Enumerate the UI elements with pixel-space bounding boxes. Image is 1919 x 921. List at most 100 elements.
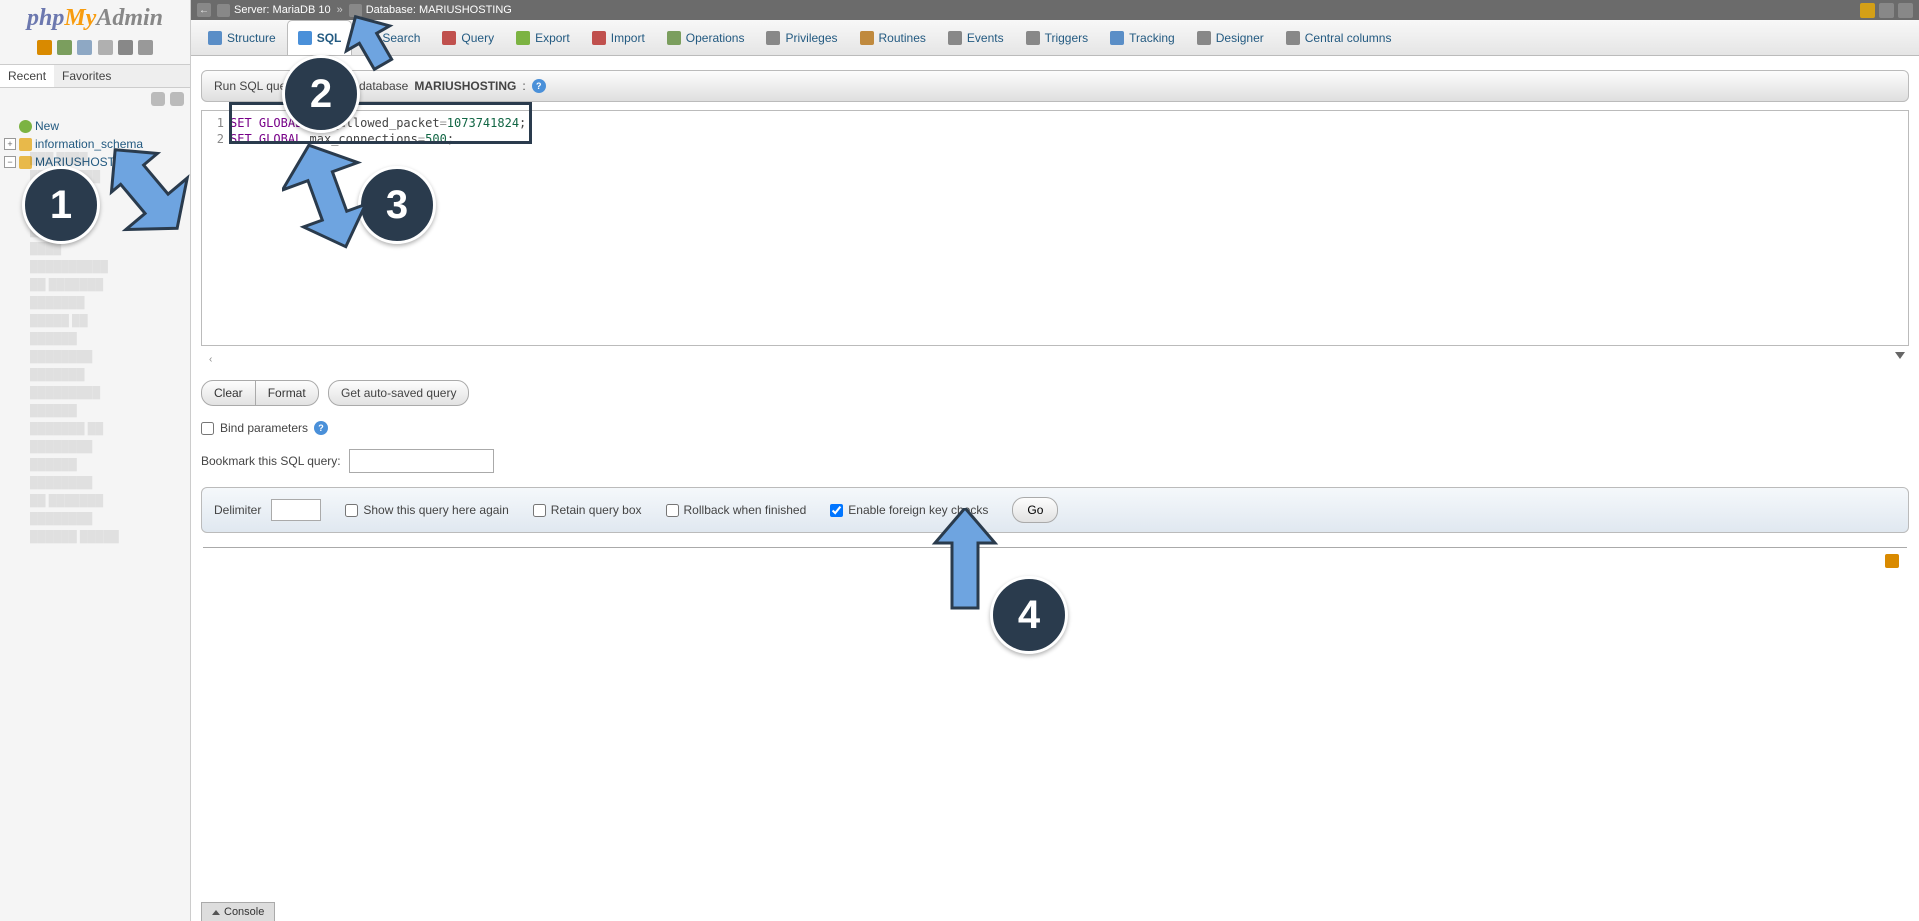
tab-structure[interactable]: Structure	[197, 20, 287, 55]
gutter-line-1: 1	[202, 115, 224, 131]
bookmark-icon[interactable]	[1885, 554, 1899, 568]
footer-icon-row	[201, 554, 1909, 571]
tab-central-columns-label: Central columns	[1305, 31, 1392, 45]
logo-admin: Admin	[96, 5, 163, 31]
reload-icon[interactable]	[138, 40, 153, 55]
code-line-2[interactable]: SET GLOBAL max_connections=500;	[230, 131, 1908, 147]
help-icon[interactable]: ?	[532, 79, 546, 93]
num-literal: 500	[425, 132, 447, 146]
console-label: Console	[224, 906, 264, 918]
show-again-option[interactable]: Show this query here again	[345, 503, 508, 517]
collapse-all-icon[interactable]	[151, 92, 165, 106]
editor-code[interactable]: SET GLOBAL max_allowed_packet=1073741824…	[230, 115, 1908, 345]
op-eq: =	[440, 116, 447, 130]
tab-events[interactable]: Events	[937, 20, 1015, 55]
nav-sql-icon[interactable]	[98, 40, 113, 55]
bc-db-value[interactable]: MARIUSHOSTING	[419, 4, 512, 16]
tab-import[interactable]: Import	[581, 20, 656, 55]
tree-db-mariushosting[interactable]: − MARIUSHOSTING	[4, 153, 190, 171]
sql-title-suffix: :	[522, 79, 525, 93]
tab-sql[interactable]: SQL	[287, 20, 353, 55]
tree-new[interactable]: New	[4, 117, 190, 135]
tab-tracking-label: Tracking	[1129, 31, 1175, 45]
gear-icon[interactable]	[1879, 3, 1894, 18]
fk-checkbox[interactable]	[830, 504, 843, 517]
fk-option[interactable]: Enable foreign key checks	[830, 503, 988, 517]
console-tab[interactable]: Console	[201, 902, 275, 921]
central-columns-icon	[1286, 31, 1300, 45]
favorites-tab[interactable]: Favorites	[54, 65, 119, 87]
bookmark-input[interactable]	[349, 449, 494, 473]
retain-checkbox[interactable]	[533, 504, 546, 517]
scroll-left-icon[interactable]: ‹	[205, 352, 216, 367]
new-db-link[interactable]: New	[35, 119, 59, 133]
code-line-1[interactable]: SET GLOBAL max_allowed_packet=1073741824…	[230, 115, 1908, 131]
help-icon[interactable]: ?	[314, 421, 328, 435]
retain-option[interactable]: Retain query box	[533, 503, 642, 517]
clear-button[interactable]: Clear	[202, 381, 255, 405]
scroll-down-icon[interactable]	[1895, 352, 1905, 359]
tab-search[interactable]: Search	[352, 20, 431, 55]
export-icon	[516, 31, 530, 45]
tab-query[interactable]: Query	[431, 20, 505, 55]
sql-title-db: MARIUSHOSTING	[414, 79, 516, 93]
privileges-icon	[766, 31, 780, 45]
home-icon[interactable]	[37, 40, 52, 55]
expand-toggle-icon[interactable]: +	[4, 138, 16, 150]
bc-separator: »	[337, 4, 343, 16]
delimiter-label: Delimiter	[214, 503, 261, 517]
go-button[interactable]: Go	[1012, 497, 1058, 523]
format-button[interactable]: Format	[255, 381, 318, 405]
get-auto-saved-button[interactable]: Get auto-saved query	[328, 380, 469, 406]
tab-triggers[interactable]: Triggers	[1015, 20, 1100, 55]
db-link-information-schema[interactable]: information_schema	[35, 137, 143, 151]
tab-routines[interactable]: Routines	[849, 20, 937, 55]
rollback-option[interactable]: Rollback when finished	[666, 503, 807, 517]
db-link-mariushosting[interactable]: MARIUSHOSTING	[35, 155, 136, 169]
bind-parameters-checkbox[interactable]	[201, 422, 214, 435]
tab-export[interactable]: Export	[505, 20, 581, 55]
sql-editor[interactable]: 1 2 SET GLOBAL max_allowed_packet=107374…	[202, 111, 1908, 345]
rollback-checkbox[interactable]	[666, 504, 679, 517]
sql-editor-wrap: 1 2 SET GLOBAL max_allowed_packet=107374…	[201, 110, 1909, 346]
recent-tab[interactable]: Recent	[0, 65, 54, 87]
tab-routines-label: Routines	[879, 31, 926, 45]
tab-designer[interactable]: Designer	[1186, 20, 1275, 55]
collapse-toggle-icon[interactable]: −	[4, 156, 16, 168]
tab-operations-label: Operations	[686, 31, 745, 45]
fk-label: Enable foreign key checks	[848, 503, 988, 517]
page-settings-icon[interactable]	[1860, 3, 1875, 18]
tree-db-information-schema[interactable]: + information_schema	[4, 135, 190, 153]
query-icon	[442, 31, 456, 45]
expand-icon[interactable]	[1898, 3, 1913, 18]
unlink-icon[interactable]	[170, 92, 184, 106]
tab-tracking[interactable]: Tracking	[1099, 20, 1186, 55]
phpmyadmin-logo[interactable]: phpMyAdmin	[0, 0, 190, 37]
tab-privileges-label: Privileges	[785, 31, 837, 45]
tab-privileges[interactable]: Privileges	[755, 20, 848, 55]
tab-query-label: Query	[461, 31, 494, 45]
nav-collapse-icons	[0, 88, 190, 113]
semicolon: ;	[447, 132, 454, 146]
database-icon	[349, 4, 362, 17]
tab-operations[interactable]: Operations	[656, 20, 756, 55]
breadcrumb-right-icons	[1860, 3, 1913, 18]
rollback-label: Rollback when finished	[684, 503, 807, 517]
bookmark-label: Bookmark this SQL query:	[201, 454, 341, 468]
sql-icon	[298, 31, 312, 45]
bind-parameters-row: Bind parameters ?	[201, 413, 1909, 443]
settings-icon[interactable]	[118, 40, 133, 55]
designer-icon	[1197, 31, 1211, 45]
show-again-checkbox[interactable]	[345, 504, 358, 517]
bookmark-row: Bookmark this SQL query:	[201, 443, 1909, 487]
structure-icon	[208, 31, 222, 45]
logout-icon[interactable]	[57, 40, 72, 55]
tab-events-label: Events	[967, 31, 1004, 45]
bc-server-label: Server:	[234, 4, 269, 16]
chevron-up-icon	[212, 910, 220, 915]
docs-icon[interactable]	[77, 40, 92, 55]
tab-central-columns[interactable]: Central columns	[1275, 20, 1403, 55]
bc-server-value[interactable]: MariaDB 10	[273, 4, 331, 16]
delimiter-input[interactable]	[271, 499, 321, 521]
collapse-nav-icon[interactable]: ←	[197, 3, 211, 17]
